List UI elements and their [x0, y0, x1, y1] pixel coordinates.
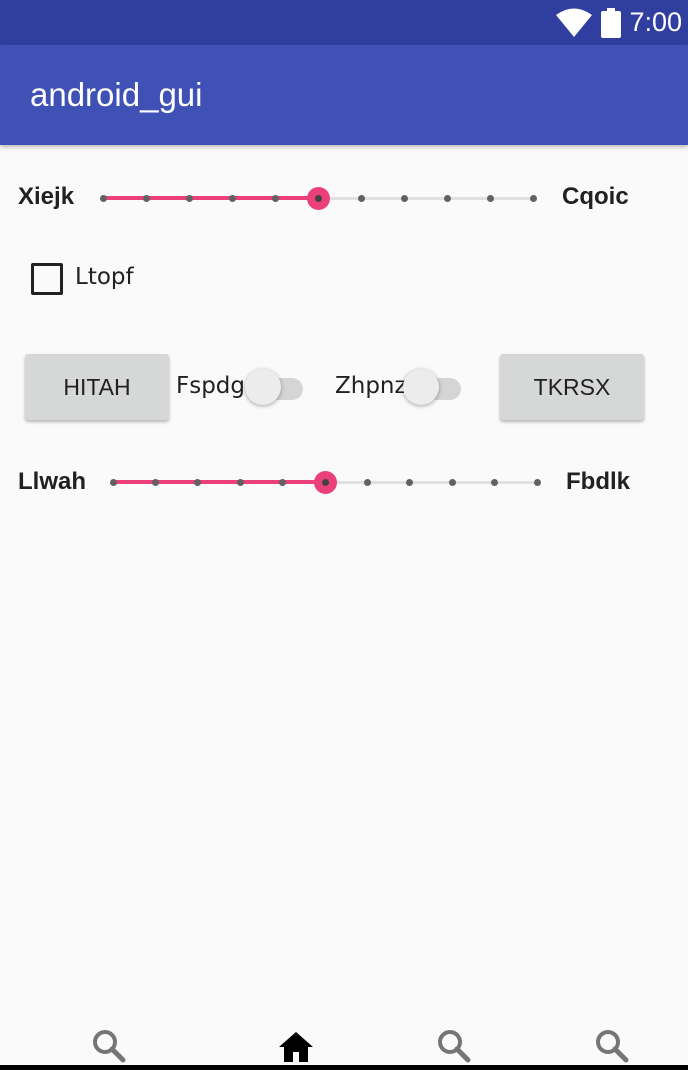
app-bar: android_gui — [0, 45, 688, 145]
seekbar-tick — [529, 195, 537, 202]
search-icon — [596, 1030, 629, 1063]
status-time: 7:00 — [629, 7, 682, 37]
nav-search-1[interactable] — [89, 1026, 129, 1066]
hitah-button[interactable]: HITAH — [25, 354, 169, 420]
home-icon — [279, 1032, 313, 1062]
nav-search-3[interactable] — [592, 1026, 632, 1066]
bottom-navigation — [0, 1020, 688, 1070]
switch2-label: Zhpnz — [335, 373, 407, 399]
seekbar-progress — [113, 480, 325, 484]
status-bar: 7:00 — [0, 0, 688, 45]
search-icon — [438, 1030, 471, 1063]
seekbar-tick — [363, 479, 371, 486]
wifi-icon — [556, 8, 593, 37]
seekbar-tick — [357, 195, 365, 202]
seekbar-tick — [236, 479, 244, 486]
seekbar-tick — [443, 195, 451, 202]
seekbar-tick — [142, 195, 150, 202]
nav-home[interactable] — [276, 1026, 316, 1066]
seekbar-tick — [109, 479, 117, 486]
switch-zhpnz[interactable] — [403, 367, 467, 407]
seekbar-progress — [103, 196, 318, 200]
seekbar-tick — [448, 479, 456, 486]
seekbar-tick — [185, 195, 193, 202]
search-icon — [93, 1030, 126, 1063]
seekbar-tick — [400, 195, 408, 202]
switch-fspdg[interactable] — [245, 367, 309, 407]
app-title: android_gui — [30, 76, 203, 113]
seekbar-tick — [151, 479, 159, 486]
seekbar-tick — [533, 479, 541, 486]
seekbar-xiejk[interactable] — [99, 183, 537, 213]
seekbar-tick — [279, 479, 287, 486]
seekbar-llwah[interactable] — [109, 467, 541, 497]
seekbar-tick — [406, 479, 414, 486]
seekbar-tick — [99, 195, 107, 202]
seekbar-tick — [491, 479, 499, 486]
system-nav-bar — [0, 1065, 688, 1070]
seekbar1-left-label: Xiejk — [18, 183, 75, 210]
tkrsx-button[interactable]: TKRSX — [500, 354, 644, 420]
seekbar-thumb[interactable] — [313, 471, 337, 494]
checkbox-label: Ltopf — [75, 264, 134, 290]
seekbar-tick — [486, 195, 494, 202]
switch1-label: Fspdg — [176, 373, 246, 399]
seekbar2-left-label: Llwah — [18, 468, 87, 495]
seekbar-tick — [228, 195, 236, 202]
seekbar2-right-label: Fbdlk — [566, 468, 630, 495]
seekbar-thumb[interactable] — [306, 187, 330, 210]
battery-icon — [601, 7, 622, 38]
nav-search-2[interactable] — [434, 1026, 474, 1066]
seekbar-tick — [271, 195, 279, 202]
seekbar1-right-label: Cqoic — [562, 183, 629, 210]
checkbox-ltopf[interactable] — [31, 263, 63, 295]
seekbar-tick — [194, 479, 202, 486]
